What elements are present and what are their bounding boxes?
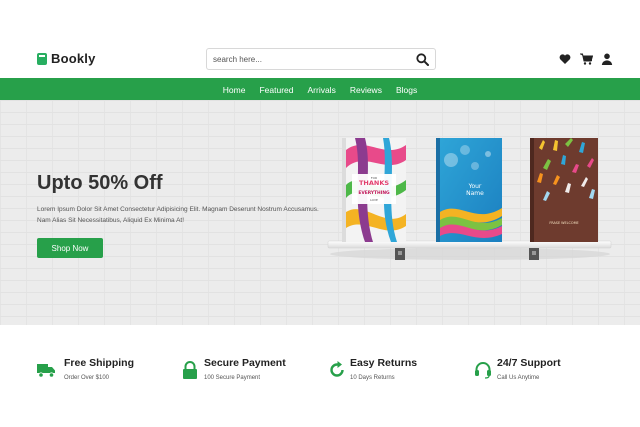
hero-title: Upto 50% Off (37, 172, 163, 194)
brand-name: Bookly (51, 51, 96, 66)
return-icon (328, 361, 346, 379)
logo[interactable]: Bookly (37, 51, 96, 66)
feature-free-shipping: Free Shipping Order Over $100 (37, 357, 177, 389)
nav-home[interactable]: Home (223, 84, 246, 95)
feature-secure-payment: Secure Payment 100 Secure Payment (182, 357, 322, 389)
feature-subtitle: Call Us Anytime (497, 375, 540, 381)
book-1-line-4: LOVE (370, 198, 378, 202)
site-header: Bookly (0, 38, 640, 78)
hero-description: Lorem Ipsum Dolor Sit Amet Consectetur A… (37, 206, 319, 225)
search-input[interactable] (213, 52, 403, 67)
user-icon[interactable] (601, 52, 613, 65)
lock-icon (182, 361, 200, 379)
feature-title: Easy Returns (350, 357, 418, 369)
book-1-line-1: THANKS (359, 179, 389, 187)
header-icons (559, 52, 613, 65)
search-bar (206, 48, 436, 70)
feature-subtitle: 10 Days Returns (350, 375, 395, 381)
book-cover-2: Your Name (436, 138, 502, 242)
search-icon[interactable] (416, 53, 429, 66)
main-nav: Home Featured Arrivals Reviews Blogs (0, 78, 640, 100)
heart-icon[interactable] (559, 52, 571, 64)
nav-arrivals[interactable]: Arrivals (307, 84, 335, 95)
feature-easy-returns: Easy Returns 10 Days Returns (328, 357, 468, 389)
features-strip: Free Shipping Order Over $100 Secure Pay… (0, 345, 640, 395)
feature-title: Free Shipping (64, 357, 135, 369)
book-cover-1: THANKS EVERYTHING FOR LOVE (342, 138, 406, 242)
feature-title: 24/7 Support (497, 357, 561, 369)
cart-icon[interactable] (580, 52, 594, 65)
book-2-line-1: Your (468, 183, 482, 190)
feature-subtitle: 100 Secure Payment (204, 375, 261, 381)
book-1-line-3: FOR (371, 176, 377, 180)
book-logo-icon (37, 52, 47, 65)
book-1-line-2: EVERYTHING (358, 190, 390, 196)
shop-now-button[interactable]: Shop Now (37, 238, 103, 258)
truck-icon (37, 361, 55, 379)
feature-support: 24/7 Support Call Us Anytime (474, 357, 614, 389)
bookshelf-illustration: THANKS EVERYTHING FOR LOVE Your Name FRA… (327, 138, 612, 260)
nav-reviews[interactable]: Reviews (350, 84, 382, 95)
nav-blogs[interactable]: Blogs (396, 84, 417, 95)
book-cover-3: FRASE WELCOME (530, 138, 598, 242)
book-3-line-1: FRASE WELCOME (549, 221, 578, 225)
book-2-line-2: Name (466, 190, 484, 197)
feature-subtitle: Order Over $100 (64, 375, 110, 381)
hero-banner: Upto 50% Off Lorem Ipsum Dolor Sit Amet … (0, 100, 640, 325)
headset-icon (474, 361, 492, 379)
feature-title: Secure Payment (204, 357, 286, 369)
nav-featured[interactable]: Featured (259, 84, 293, 95)
